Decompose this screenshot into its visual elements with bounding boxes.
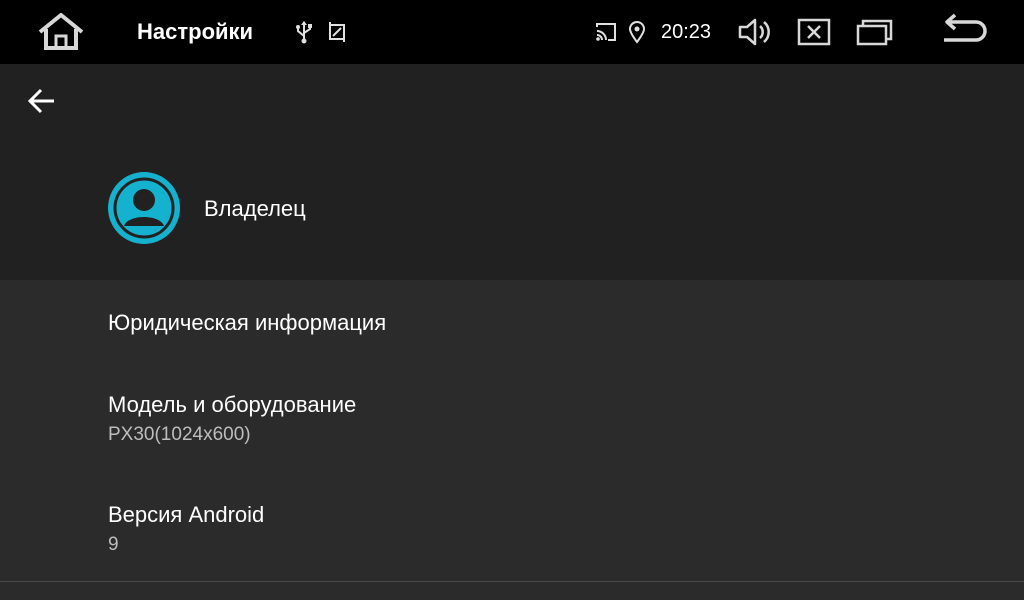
cast-icon <box>594 20 618 44</box>
screenshot-icon <box>326 20 348 44</box>
back-return-icon[interactable] <box>938 12 990 52</box>
arrow-left-icon[interactable] <box>24 84 60 118</box>
pref-legal-info[interactable]: Юридическая информация <box>0 280 1024 362</box>
pref-summary: 9 <box>108 534 119 555</box>
usb-icon <box>294 20 314 44</box>
clock: 20:23 <box>661 21 712 43</box>
location-icon <box>627 20 647 44</box>
status-bar: Настройки 20:23 <box>0 0 1024 64</box>
pref-title: Модель и оборудование <box>108 392 357 417</box>
close-box-icon[interactable] <box>796 14 832 50</box>
owner-label[interactable]: Владелец <box>204 196 306 222</box>
pref-model-hardware[interactable]: Модель и оборудование PX30(1024x600) <box>0 362 1024 472</box>
home-icon[interactable] <box>34 12 88 52</box>
divider <box>0 581 1024 582</box>
avatar[interactable] <box>108 172 180 244</box>
app-title: Настройки <box>137 19 254 44</box>
pref-title: Версия Android <box>108 502 265 527</box>
pref-summary: PX30(1024x600) <box>108 424 251 445</box>
pref-android-version[interactable]: Версия Android 9 <box>0 472 1024 582</box>
pref-title: Юридическая информация <box>108 310 387 335</box>
volume-icon[interactable] <box>736 14 774 50</box>
recent-apps-icon[interactable] <box>854 14 896 50</box>
